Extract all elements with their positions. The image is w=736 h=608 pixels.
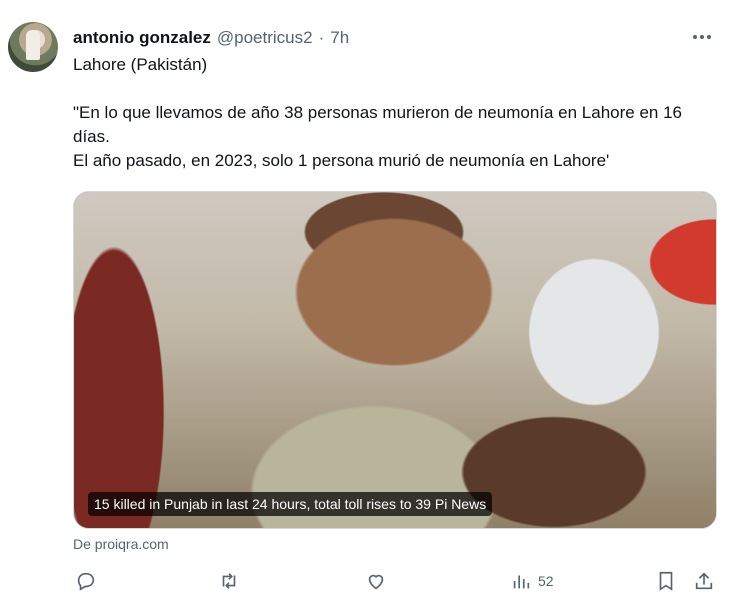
share-icon (695, 572, 713, 590)
tweet: antonio gonzalez @poetricus2 · 7h Lahore… (0, 0, 736, 608)
reply-icon (77, 572, 95, 591)
views-icon (513, 575, 530, 589)
bookmark-icon (659, 571, 673, 591)
tweet-text: Lahore (Pakistán) "En lo que llevamos de… (73, 53, 723, 173)
tweet-header: antonio gonzalez @poetricus2 · 7h (73, 27, 349, 49)
author-handle[interactable]: @poetricus2 (217, 28, 313, 48)
retweet-icon (222, 573, 236, 589)
avatar[interactable] (8, 22, 58, 72)
tweet-text-line: El año pasado, en 2023, solo 1 persona m… (73, 151, 610, 170)
heart-icon (368, 574, 384, 590)
news-photo (74, 192, 716, 528)
media-caption: 15 killed in Punjab in last 24 hours, to… (88, 492, 493, 516)
action-bar: 52 (73, 568, 719, 594)
retweet-button[interactable] (218, 568, 240, 594)
share-button[interactable] (693, 568, 715, 594)
reply-button[interactable] (75, 568, 97, 594)
bookmark-button[interactable] (655, 568, 677, 594)
author-name[interactable]: antonio gonzalez (73, 28, 211, 48)
views-button[interactable]: 52 (510, 568, 554, 594)
tweet-text-line: Lahore (Pakistán) (73, 55, 208, 74)
views-count: 52 (538, 573, 554, 589)
separator-dot: · (318, 28, 325, 47)
more-options-icon[interactable] (690, 28, 714, 46)
media-card[interactable]: 15 killed in Punjab in last 24 hours, to… (73, 191, 717, 529)
like-button[interactable] (365, 568, 387, 594)
link-source[interactable]: De proiqra.com (73, 536, 169, 552)
timestamp[interactable]: 7h (330, 28, 349, 48)
tweet-text-line: "En lo que llevamos de año 38 personas m… (73, 103, 683, 146)
